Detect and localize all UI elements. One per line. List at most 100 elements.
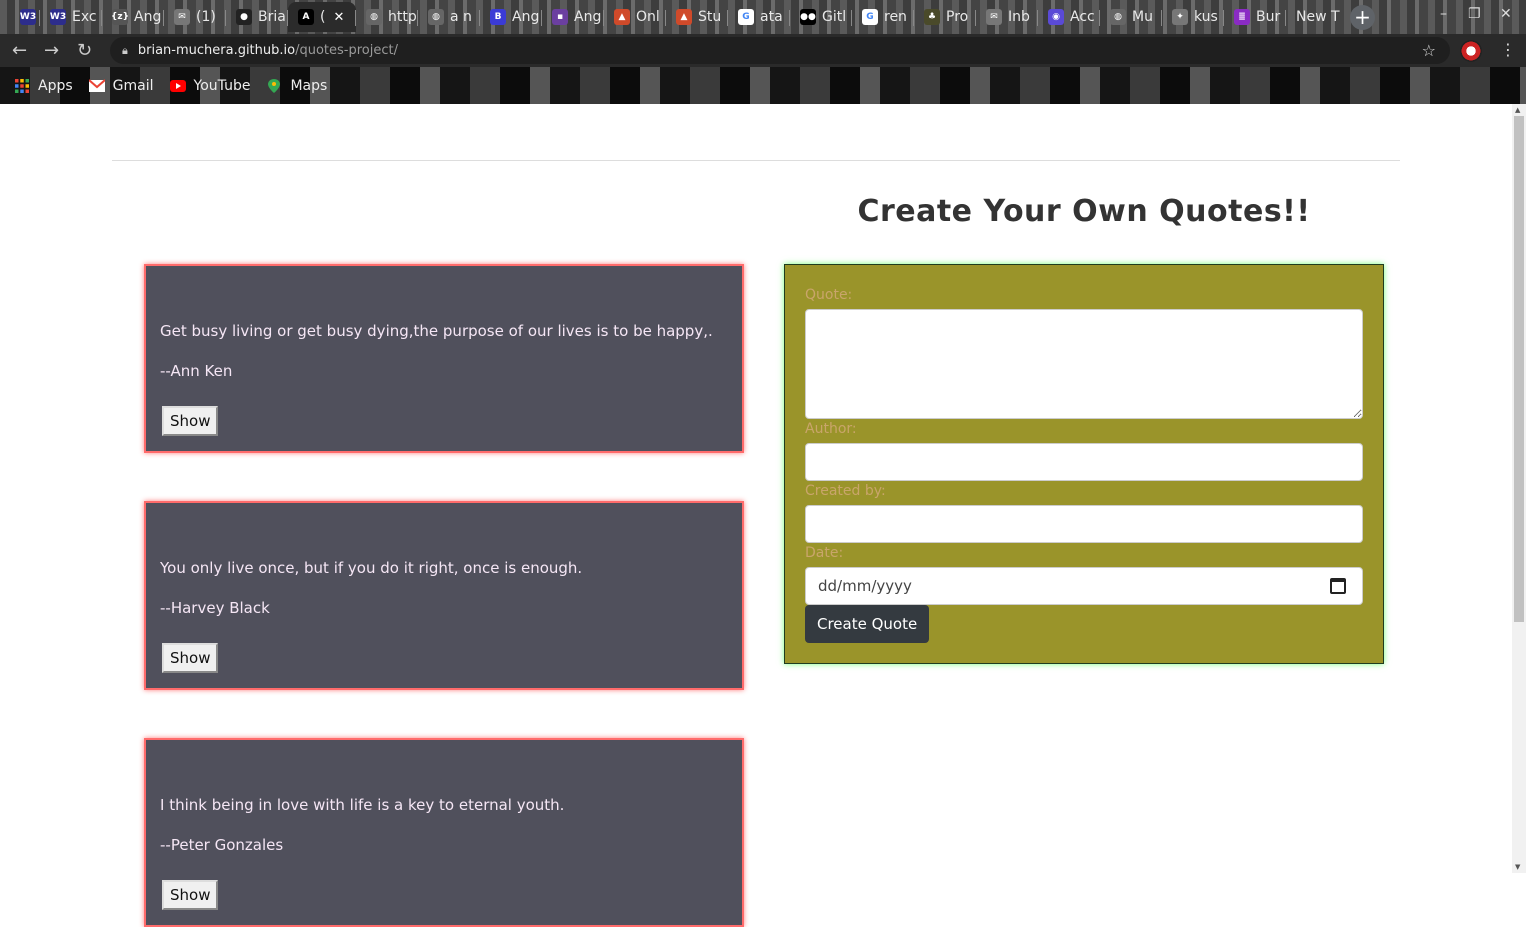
page-title: Create Your Own Quotes!! [857, 194, 1311, 229]
tab-label: ren [884, 9, 907, 25]
tab-favicon-icon: G [738, 9, 754, 25]
bookmark-youtube[interactable]: YouTube [169, 78, 250, 94]
tab-label: ( [320, 9, 326, 25]
tab-label: Gitl [822, 9, 847, 25]
quote-author: --Peter Gonzales [160, 836, 284, 854]
tab-label: kus [1194, 9, 1218, 25]
browser-tab[interactable]: ♣ Pro [914, 2, 976, 32]
tab-favicon-icon: ◍ [366, 9, 382, 25]
profile-avatar[interactable] [1460, 40, 1482, 62]
quote-textarea[interactable] [805, 309, 1363, 419]
bookmark-gmail[interactable]: Gmail [88, 77, 154, 94]
bookmark-label: Gmail [112, 77, 154, 94]
tab-label: Inb [1008, 9, 1030, 25]
quote-author: --Ann Ken [160, 362, 233, 380]
browser-tab[interactable]: New T [1286, 2, 1356, 32]
tab-label: Pro [946, 9, 969, 25]
youtube-icon [169, 79, 186, 92]
browser-tab[interactable]: ◉ Acc [1038, 2, 1100, 32]
bookmark-apps[interactable]: Apps [14, 78, 73, 94]
browser-tab[interactable]: A ( ✕ [288, 2, 356, 32]
date-placeholder: dd/mm/yyyy [818, 577, 912, 595]
tab-favicon-icon: A [298, 9, 314, 25]
browser-tab[interactable]: ≣ Bur [1224, 2, 1286, 32]
browser-tab[interactable]: ● Bria [226, 2, 288, 32]
browser-tab[interactable]: ▲ Onl [604, 2, 666, 32]
lock-icon: 🔒︎ [122, 43, 128, 57]
scrollbar-thumb[interactable] [1514, 116, 1524, 622]
author-label: Author: [805, 421, 857, 437]
close-tab-icon[interactable]: ✕ [333, 10, 344, 25]
created-by-input[interactable] [805, 505, 1363, 543]
browser-tab[interactable]: Gata [728, 2, 790, 32]
browser-tab[interactable]: ▪ Ang [542, 2, 604, 32]
tab-label: Acc [1070, 9, 1095, 25]
tab-label: http [388, 9, 417, 25]
tab-label: Ang [574, 9, 602, 25]
browser-toolbar: ← → ↻ 🔒︎ brian-muchera.github.io/quotes-… [0, 34, 1526, 67]
show-button[interactable]: Show [162, 643, 219, 673]
tab-favicon-icon: G [862, 9, 878, 25]
browser-tab[interactable]: {z} Ang [102, 2, 164, 32]
browser-tab[interactable]: ✉ Inb [976, 2, 1038, 32]
tab-label: a n [450, 9, 472, 25]
browser-chrome: W3 W3 Exc {z} Ang ✉ (1) ● Bria A(✕ ◍ http ◍ a n B Ang ▪… [0, 0, 1526, 104]
scroll-down-icon[interactable]: ▼ [1515, 863, 1520, 871]
close-window-icon[interactable]: ✕ [1500, 6, 1512, 22]
browser-menu-icon[interactable]: ⋮ [1500, 40, 1516, 59]
quote-card: Get busy living or get busy dying,the pu… [144, 264, 744, 453]
tab-favicon-icon: ✦ [1172, 9, 1188, 25]
tab-favicon-icon: ● [236, 9, 252, 25]
tab-label: Mu [1132, 9, 1153, 25]
create-quote-form: Quote: Author: Created by: Date: dd/mm/y… [784, 264, 1384, 664]
quote-card: I think being in love with life is a key… [144, 738, 744, 927]
maps-icon [268, 78, 281, 93]
tab-favicon-icon: ●● [800, 9, 816, 25]
browser-tab[interactable]: ●● Gitl [790, 2, 852, 32]
browser-tab[interactable]: ▲ Stu [666, 2, 728, 32]
scroll-up-icon[interactable]: ▲ [1515, 106, 1520, 114]
browser-tab[interactable]: Gren [852, 2, 914, 32]
browser-tab[interactable]: ◍ Mu [1100, 2, 1162, 32]
quote-label: Quote: [805, 287, 853, 303]
vertical-scrollbar[interactable]: ▲ ▼ [1512, 104, 1526, 873]
tab-label: Exc [72, 9, 97, 25]
tab-favicon-icon: ◍ [1110, 9, 1126, 25]
quote-text: You only live once, but if you do it rig… [160, 559, 583, 577]
bookmark-maps[interactable]: Maps [266, 78, 327, 94]
browser-tab[interactable]: ✦ kus [1162, 2, 1224, 32]
browser-tab[interactable]: ✉ (1) [164, 2, 226, 32]
gmail-icon [88, 78, 105, 92]
tab-favicon-icon: W3 [20, 9, 36, 25]
date-input[interactable]: dd/mm/yyyy [805, 567, 1363, 605]
address-bar[interactable]: 🔒︎ brian-muchera.github.io/quotes-projec… [110, 37, 1450, 64]
forward-icon[interactable]: → [44, 40, 59, 61]
browser-tab[interactable]: ◍ http [356, 2, 418, 32]
quote-card: You only live once, but if you do it rig… [144, 501, 744, 690]
tab-label: (1) [196, 9, 216, 25]
bookmark-star-icon[interactable]: ☆ [1422, 41, 1436, 60]
browser-tab[interactable]: W3 [10, 2, 40, 32]
browser-tab[interactable]: W3 Exc [40, 2, 102, 32]
tab-label: Bria [258, 9, 286, 25]
tab-label: Bur [1256, 9, 1281, 25]
restore-icon[interactable]: ❐ [1468, 6, 1481, 22]
show-button[interactable]: Show [162, 406, 219, 436]
bookmarks-bar: Apps Gmail YouTube Maps [0, 67, 1526, 104]
create-quote-button[interactable]: Create Quote [805, 605, 930, 643]
back-icon[interactable]: ← [12, 40, 27, 61]
tab-label: ata [760, 9, 783, 25]
new-tab-button[interactable]: + [1350, 5, 1375, 30]
apps-grid-icon [15, 78, 29, 93]
author-input[interactable] [805, 443, 1363, 481]
minimize-icon[interactable]: – [1440, 6, 1447, 22]
calendar-icon[interactable] [1330, 578, 1346, 594]
tab-label: Ang [512, 9, 540, 25]
show-button[interactable]: Show [162, 880, 219, 910]
tab-label: Stu [698, 9, 722, 25]
url-host: brian-muchera.github.io [137, 43, 296, 58]
browser-tab[interactable]: B Ang [480, 2, 542, 32]
tab-favicon-icon: B [490, 9, 506, 25]
browser-tab[interactable]: ◍ a n [418, 2, 480, 32]
reload-icon[interactable]: ↻ [77, 40, 92, 61]
